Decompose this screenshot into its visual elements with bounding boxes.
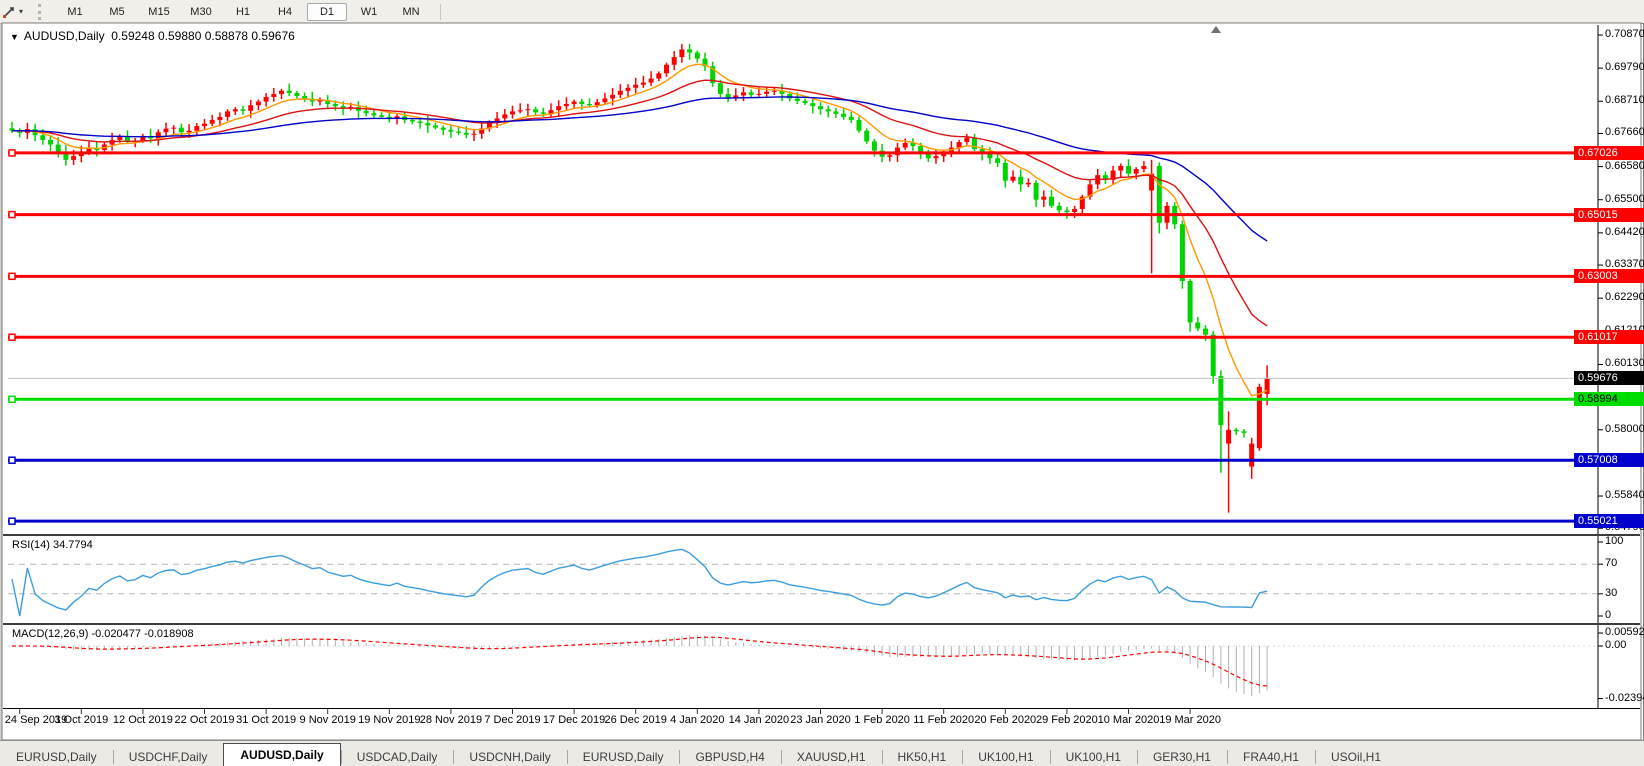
- price-axis-tick: 0.69790: [1605, 61, 1644, 73]
- chart-menu-icon[interactable]: ▼: [10, 32, 19, 42]
- chart-tab-uk100-h1[interactable]: UK100,H1: [1050, 747, 1137, 766]
- chart-tab-audusd-daily[interactable]: AUDUSD,Daily: [223, 743, 340, 766]
- date-axis-label: 7 Dec 2019: [484, 714, 540, 726]
- date-axis-label: 19 Nov 2019: [358, 714, 420, 726]
- hline-handle-icon[interactable]: [9, 273, 15, 279]
- price-chart[interactable]: [0, 0, 1644, 766]
- date-axis-label: 4 Jan 2020: [670, 714, 724, 726]
- price-line-badge: 0.58994: [1574, 392, 1644, 406]
- chart-tab-usdcnh-daily[interactable]: USDCNH,Daily: [453, 747, 566, 766]
- price-axis-tick: 0.66580: [1605, 160, 1644, 172]
- date-axis-label: 14 Jan 2020: [729, 714, 790, 726]
- date-axis-label: 17 Dec 2019: [543, 714, 605, 726]
- price-axis-tick: 0.63370: [1605, 258, 1644, 270]
- date-axis-label: 11 Feb 2020: [913, 714, 974, 726]
- chart-tab-fra40-h1[interactable]: FRA40,H1: [1227, 747, 1315, 766]
- chart-tab-uk100-h1[interactable]: UK100,H1: [962, 747, 1049, 766]
- hline-handle-icon[interactable]: [9, 334, 15, 340]
- chart-tab-hk50-h1[interactable]: HK50,H1: [882, 747, 963, 766]
- date-axis-label: 12 Oct 2019: [113, 714, 173, 726]
- date-axis-label: 10 Mar 2020: [1098, 714, 1160, 726]
- chart-tab-eurusd-daily[interactable]: EURUSD,Daily: [0, 747, 113, 766]
- chart-shift-marker-icon[interactable]: [1211, 26, 1221, 33]
- chart-tab-usoil-h1[interactable]: USOil,H1: [1315, 747, 1397, 766]
- mt4-window: ▾ M1M5M15M30H1H4D1W1MN ▼AUDUSD,Daily 0.5…: [0, 0, 1644, 766]
- chart-tab-gbpusd-h4[interactable]: GBPUSD,H4: [679, 747, 780, 766]
- date-axis-label: 9 Nov 2019: [300, 714, 356, 726]
- macd-axis-tick: 0.005923: [1605, 626, 1644, 638]
- price-axis-tick: 0.65500: [1605, 193, 1644, 205]
- price-axis-tick: 0.68710: [1605, 94, 1644, 106]
- price-line-badge: 0.55021: [1574, 514, 1644, 528]
- chart-tab-bar: EURUSD,DailyUSDCHF,DailyAUDUSD,DailyUSDC…: [0, 740, 1644, 766]
- chart-tab-xauusd-h1[interactable]: XAUUSD,H1: [781, 747, 882, 766]
- price-axis-tick: 0.55840: [1605, 489, 1644, 501]
- chart-tab-usdchf-daily[interactable]: USDCHF,Daily: [113, 747, 224, 766]
- chart-title: ▼ AUDUSD,Daily 0.59248 0.59880 0.58878 0.…: [10, 29, 295, 43]
- price-line-badge: 0.63003: [1574, 269, 1644, 283]
- price-axis-tick: 0.58000: [1605, 423, 1644, 435]
- price-line-badge: 0.57008: [1574, 453, 1644, 467]
- date-axis-label: 23 Jan 2020: [790, 714, 851, 726]
- date-axis-label: 31 Oct 2019: [236, 714, 296, 726]
- price-line-badge: 0.65015: [1574, 208, 1644, 222]
- chart-tab-ger30-h1[interactable]: GER30,H1: [1137, 747, 1227, 766]
- price-axis-tick: 0.67660: [1605, 126, 1644, 138]
- chart-tab-eurusd-daily[interactable]: EURUSD,Daily: [567, 747, 680, 766]
- rsi-axis-tick: 70: [1605, 557, 1617, 569]
- hline-handle-icon[interactable]: [9, 457, 15, 463]
- chart-ohlc-values: 0.59248 0.59880 0.58878 0.59676: [111, 29, 295, 43]
- date-axis-label: 22 Oct 2019: [175, 714, 235, 726]
- rsi-axis-tick: 100: [1605, 535, 1623, 547]
- hline-handle-icon[interactable]: [9, 212, 15, 218]
- current-price-badge: 0.59676: [1574, 371, 1644, 385]
- price-axis-tick: 0.70870: [1605, 28, 1644, 40]
- date-axis-label: 26 Dec 2019: [604, 714, 666, 726]
- date-axis-label: 1 Feb 2020: [854, 714, 910, 726]
- date-axis-label: 28 Nov 2019: [420, 714, 482, 726]
- price-line-badge: 0.61017: [1574, 330, 1644, 344]
- date-axis-label: 19 Mar 2020: [1159, 714, 1221, 726]
- hline-handle-icon[interactable]: [9, 518, 15, 524]
- macd-axis-tick: 0.00: [1605, 639, 1626, 651]
- chart-tab-usdcad-daily[interactable]: USDCAD,Daily: [341, 747, 454, 766]
- rsi-axis-tick: 0: [1605, 609, 1611, 621]
- price-line-badge: 0.67026: [1574, 146, 1644, 160]
- chart-symbol-label: AUDUSD,Daily: [24, 29, 105, 43]
- rsi-label: RSI(14) 34.7794: [12, 539, 93, 551]
- date-axis-label: 3 Oct 2019: [54, 714, 108, 726]
- hline-handle-icon[interactable]: [9, 150, 15, 156]
- date-axis-label: 29 Feb 2020: [1036, 714, 1098, 726]
- price-axis-tick: 0.64420: [1605, 226, 1644, 238]
- price-axis-tick: 0.60130: [1605, 357, 1644, 369]
- hline-handle-icon[interactable]: [9, 396, 15, 402]
- macd-label: MACD(12,26,9) -0.020477 -0.018908: [12, 628, 194, 640]
- macd-axis-tick: -0.023944: [1605, 692, 1644, 704]
- price-axis-tick: 0.62290: [1605, 291, 1644, 303]
- rsi-axis-tick: 30: [1605, 587, 1617, 599]
- date-axis-label: 20 Feb 2020: [974, 714, 1036, 726]
